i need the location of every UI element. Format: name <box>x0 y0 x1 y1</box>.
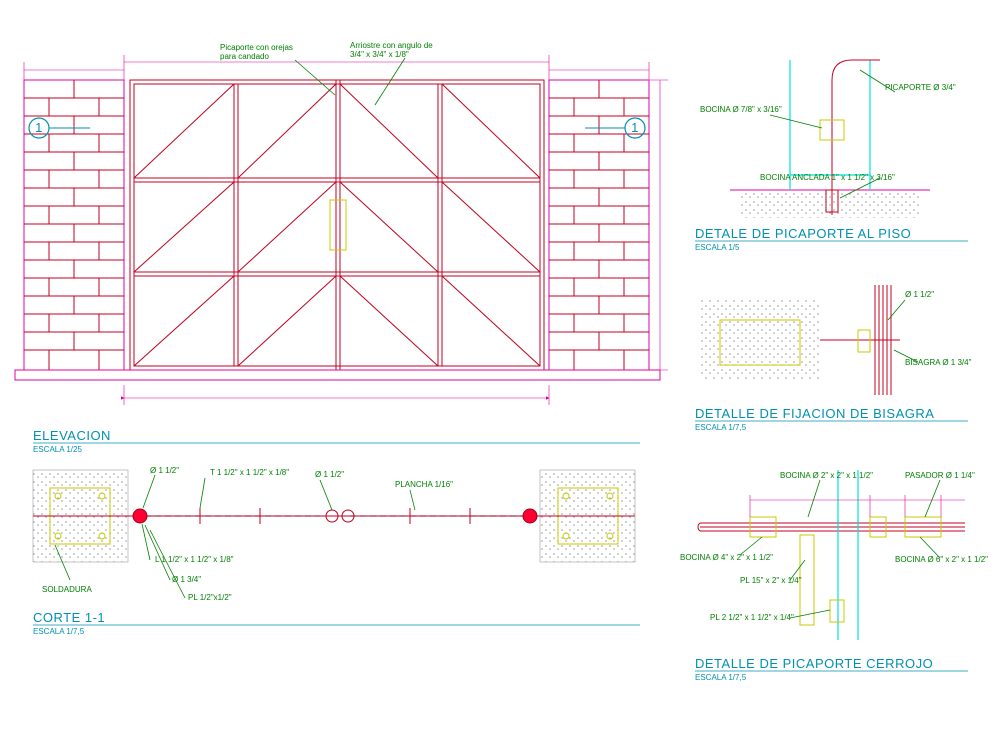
elevation-title: ELEVACION <box>33 428 111 443</box>
corte-scale: ESCALA 1/7,5 <box>33 627 85 636</box>
svg-text:PL 2 1/2" x 1 1/2" x 1/4": PL 2 1/2" x 1 1/2" x 1/4" <box>710 613 794 622</box>
bisagra-title: DETALLE DE FIJACION DE BISAGRA <box>695 406 934 421</box>
svg-text:Ø 1 1/2": Ø 1 1/2" <box>315 470 344 479</box>
svg-text:BOCINA ANCLADA 1" x 1 1/2" x 3: BOCINA ANCLADA 1" x 1 1/2" x 3/16" <box>760 173 895 182</box>
section-mark-left: 1 <box>29 118 90 138</box>
cerrojo-title: DETALLE DE PICAPORTE CERROJO <box>695 656 933 671</box>
svg-text:Ø 1 1/2": Ø 1 1/2" <box>905 290 934 299</box>
corte-drawing: Ø 1 1/2" T 1 1/2" x 1 1/2" x 1/8" Ø 1 1/… <box>33 466 635 602</box>
svg-text:ESCALA 1/7,5: ESCALA 1/7,5 <box>695 423 747 432</box>
svg-text:PICAPORTE Ø 3/4": PICAPORTE Ø 3/4" <box>885 83 956 92</box>
elevation-drawing: 1 1 Picaporte con orejaspara candado Arr… <box>15 41 668 405</box>
anno-picaporte: Picaporte con orejaspara candado <box>220 43 293 61</box>
svg-text:ESCALA 1/5: ESCALA 1/5 <box>695 243 740 252</box>
svg-text:Ø 1 1/2": Ø 1 1/2" <box>150 466 179 475</box>
svg-text:BISAGRA Ø 1 3/4": BISAGRA Ø 1 3/4" <box>905 358 972 367</box>
corte-title: CORTE 1-1 <box>33 610 105 625</box>
cerrojo-drawing: BOCINA Ø 2" x 2" x 1 1/2" PASADOR Ø 1 1/… <box>680 470 988 640</box>
svg-text:PL 1/2"x1/2": PL 1/2"x1/2" <box>188 593 232 602</box>
svg-text:BOCINA Ø 2" x 2" x 1 1/2": BOCINA Ø 2" x 2" x 1 1/2" <box>780 471 873 480</box>
svg-text:BOCINA Ø 7/8" x 3/16": BOCINA Ø 7/8" x 3/16" <box>700 105 782 114</box>
svg-text:L 1 1/2" x 1 1/2" x 1/8": L 1 1/2" x 1 1/2" x 1/8" <box>155 555 234 564</box>
anno-arriostre: Arriostre con angulo de3/4" x 3/4" x 1/8… <box>350 41 433 59</box>
svg-text:BOCINA Ø 6" x 2" x 1 1/2": BOCINA Ø 6" x 2" x 1 1/2" <box>895 555 988 564</box>
svg-text:Ø 1 3/4": Ø 1 3/4" <box>172 575 201 584</box>
elevation-scale: ESCALA 1/25 <box>33 445 82 454</box>
svg-text:T 1 1/2" x 1 1/2" x 1/8": T 1 1/2" x 1 1/2" x 1/8" <box>210 468 289 477</box>
svg-text:PL 15" x 2" x 1/4": PL 15" x 2" x 1/4" <box>740 576 802 585</box>
svg-text:BOCINA Ø 4" x 2" x 1 1/2": BOCINA Ø 4" x 2" x 1 1/2" <box>680 553 773 562</box>
gate-leaves <box>130 80 544 370</box>
section-mark-right: 1 <box>585 118 645 138</box>
svg-text:ESCALA 1/7,5: ESCALA 1/7,5 <box>695 673 747 682</box>
svg-text:1: 1 <box>631 120 639 135</box>
svg-text:1: 1 <box>35 120 43 135</box>
picaporte-piso-title: DETALE DE PICAPORTE AL PISO <box>695 226 911 241</box>
bisagra-drawing: Ø 1 1/2" BISAGRA Ø 1 3/4" <box>700 285 972 395</box>
svg-text:PASADOR Ø 1 1/4": PASADOR Ø 1 1/4" <box>905 471 975 480</box>
svg-text:PLANCHA 1/16": PLANCHA 1/16" <box>395 480 453 489</box>
picaporte-piso-drawing: BOCINA Ø 7/8" x 3/16" PICAPORTE Ø 3/4" B… <box>700 60 956 218</box>
svg-text:SOLDADURA: SOLDADURA <box>42 585 92 594</box>
